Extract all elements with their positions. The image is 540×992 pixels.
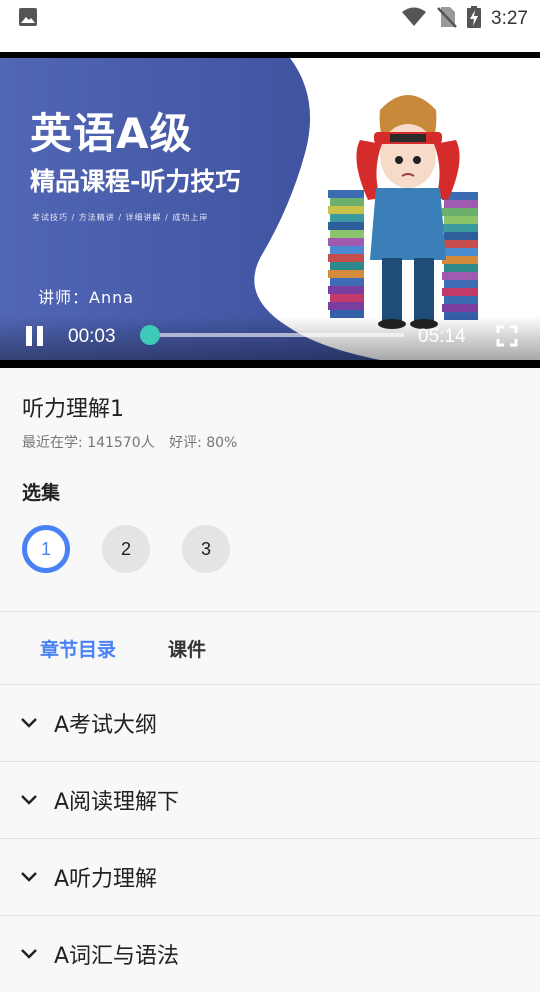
wifi-icon [401,7,427,31]
lesson-title: 听力理解1 [22,397,124,422]
tab-courseware[interactable]: 课件 [168,635,206,662]
episodes-label: 选集 [22,482,61,504]
chevron-down-icon [21,718,37,728]
lesson-stats: 最近在学: 141570人 好评: 80% [22,432,518,452]
chapter-item[interactable]: A听力理解 [0,838,540,915]
video-tags: 考试技巧 / 方法精讲 / 详细讲解 / 成功上岸 [32,213,209,222]
status-time: 3:27 [491,8,528,29]
video-player[interactable]: 英语A级 精品课程-听力技巧 考试技巧 / 方法精讲 / 详细讲解 / 成功上岸… [0,52,540,368]
chapter-label: A阅读理解下 [54,790,180,815]
image-icon [18,7,38,31]
pause-icon[interactable] [24,324,46,348]
chapter-item[interactable]: A考试大纲 [0,684,540,761]
chapter-item[interactable]: A词汇与语法 [0,915,540,992]
battery-charging-icon [467,6,482,32]
chevron-down-icon [21,872,37,882]
chapter-label: A考试大纲 [54,713,158,738]
left-book-stack [328,190,364,318]
chevron-down-icon [21,795,37,805]
episode-button-1[interactable]: 1 [22,525,70,573]
video-frame: 英语A级 精品课程-听力技巧 考试技巧 / 方法精讲 / 详细讲解 / 成功上岸… [0,58,540,360]
no-sim-icon [437,6,457,32]
chapter-label: A词汇与语法 [54,944,180,969]
chapter-list: A考试大纲 A阅读理解下 A听力理解 A词汇与语法 [0,684,540,992]
episode-button-2[interactable]: 2 [102,525,150,573]
tab-chapters[interactable]: 章节目录 [40,635,116,662]
episode-list: 1 2 3 [22,525,518,611]
seek-bar[interactable] [140,325,404,345]
chapter-item[interactable]: A阅读理解下 [0,761,540,838]
total-time: 05:14 [418,326,466,347]
video-subtitle: 精品课程-听力技巧 [30,167,241,196]
status-icons: 3:27 [401,6,528,32]
player-controls: 00:03 05:14 [0,316,540,360]
chevron-down-icon [21,949,37,959]
seek-thumb[interactable] [140,325,161,345]
video-teacher: 讲师：Anna [38,288,135,307]
content-tabs: 章节目录 课件 [0,612,540,684]
episode-button-3[interactable]: 3 [182,525,230,573]
current-time: 00:03 [68,326,116,347]
lesson-info: 听力理解1 最近在学: 141570人 好评: 80% 选集 1 2 3 [0,368,540,611]
video-title: 英语A级 [30,109,193,158]
top-spacer [0,38,540,52]
learner-count: 最近在学: 141570人 [22,435,155,451]
fullscreen-icon[interactable] [496,325,518,347]
status-bar: 3:27 [0,0,540,38]
student-illustration [328,95,478,329]
rating: 好评: 80% [169,435,238,451]
chapter-label: A听力理解 [54,867,158,892]
right-book-stack [442,192,478,320]
